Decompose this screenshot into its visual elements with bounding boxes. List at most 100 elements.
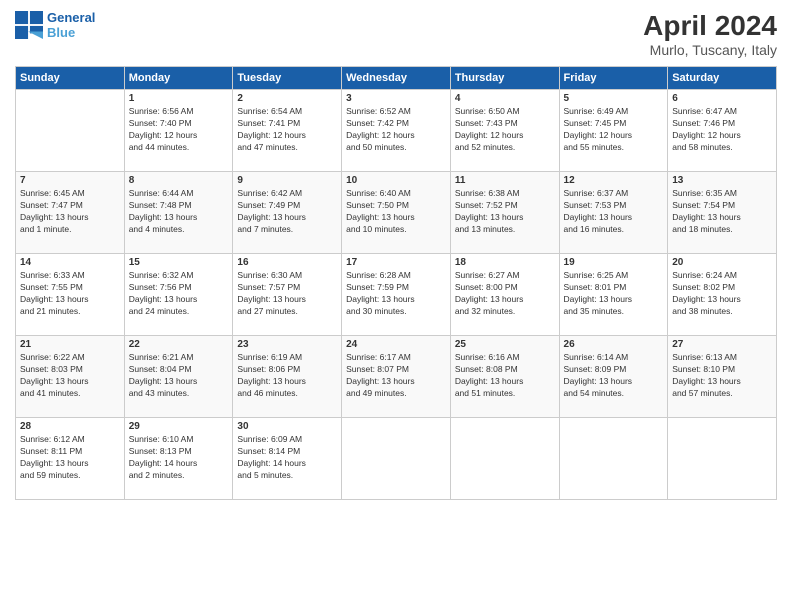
- weekday-header: Monday: [124, 67, 233, 90]
- page-title: April 2024: [643, 10, 777, 42]
- calendar-cell: 7 Sunrise: 6:45 AM Sunset: 7:47 PM Daylig…: [16, 172, 125, 254]
- calendar-cell: 29Sunrise: 6:10 AM Sunset: 8:13 PM Dayli…: [124, 418, 233, 500]
- day-number: 12: [564, 175, 664, 186]
- weekday-header: Friday: [559, 67, 668, 90]
- header: General Blue April 2024 Murlo, Tuscany, …: [15, 10, 777, 58]
- calendar-cell: 12 Sunrise: 6:37 AM Sunset: 7:53 PM Dayli…: [559, 172, 668, 254]
- day-number: 6: [672, 93, 772, 104]
- day-number: 14: [20, 257, 120, 268]
- day-info: Sunrise: 6:49 AM Sunset: 7:45 PM Dayligh…: [564, 106, 664, 154]
- day-info: Sunrise: 6:27 AM Sunset: 8:00 PM Dayligh…: [455, 270, 555, 318]
- day-info: Sunrise: 6:50 AM Sunset: 7:43 PM Dayligh…: [455, 106, 555, 154]
- day-number: 9: [237, 175, 337, 186]
- day-number: 20: [672, 257, 772, 268]
- day-number: 25: [455, 339, 555, 350]
- weekday-header: Sunday: [16, 67, 125, 90]
- logo-text: General Blue: [47, 10, 95, 40]
- day-info: Sunrise: 6:25 AM Sunset: 8:01 PM Dayligh…: [564, 270, 664, 318]
- calendar-week-row: 14 Sunrise: 6:33 AM Sunset: 7:55 PM Dayli…: [16, 254, 777, 336]
- calendar-week-row: 1Sunrise: 6:56 AM Sunset: 7:40 PM Daylig…: [16, 90, 777, 172]
- calendar-cell: 9 Sunrise: 6:42 AM Sunset: 7:49 PM Daylig…: [233, 172, 342, 254]
- calendar-cell: 10 Sunrise: 6:40 AM Sunset: 7:50 PM Dayli…: [342, 172, 451, 254]
- day-info: Sunrise: 6:54 AM Sunset: 7:41 PM Dayligh…: [237, 106, 337, 154]
- calendar-cell: 8 Sunrise: 6:44 AM Sunset: 7:48 PM Daylig…: [124, 172, 233, 254]
- weekday-header: Wednesday: [342, 67, 451, 90]
- calendar-week-row: 28 Sunrise: 6:12 AM Sunset: 8:11 PM Dayli…: [16, 418, 777, 500]
- calendar-cell: 15 Sunrise: 6:32 AM Sunset: 7:56 PM Dayli…: [124, 254, 233, 336]
- calendar-cell: 1Sunrise: 6:56 AM Sunset: 7:40 PM Daylig…: [124, 90, 233, 172]
- day-number: 15: [129, 257, 229, 268]
- day-info: Sunrise: 6:09 AM Sunset: 8:14 PM Dayligh…: [237, 434, 337, 482]
- day-info: Sunrise: 6:37 AM Sunset: 7:53 PM Dayligh…: [564, 188, 664, 236]
- day-info: Sunrise: 6:32 AM Sunset: 7:56 PM Dayligh…: [129, 270, 229, 318]
- calendar-cell: 23Sunrise: 6:19 AM Sunset: 8:06 PM Dayli…: [233, 336, 342, 418]
- day-info: Sunrise: 6:19 AM Sunset: 8:06 PM Dayligh…: [237, 352, 337, 400]
- day-info: Sunrise: 6:33 AM Sunset: 7:55 PM Dayligh…: [20, 270, 120, 318]
- weekday-header: Tuesday: [233, 67, 342, 90]
- day-info: Sunrise: 6:14 AM Sunset: 8:09 PM Dayligh…: [564, 352, 664, 400]
- day-number: 17: [346, 257, 446, 268]
- day-number: 8: [129, 175, 229, 186]
- day-number: 30: [237, 421, 337, 432]
- page-container: General Blue April 2024 Murlo, Tuscany, …: [0, 0, 792, 510]
- day-info: Sunrise: 6:22 AM Sunset: 8:03 PM Dayligh…: [20, 352, 120, 400]
- calendar-cell: 21 Sunrise: 6:22 AM Sunset: 8:03 PM Dayli…: [16, 336, 125, 418]
- calendar-cell: 22 Sunrise: 6:21 AM Sunset: 8:04 PM Dayli…: [124, 336, 233, 418]
- day-number: 10: [346, 175, 446, 186]
- calendar-cell: 28 Sunrise: 6:12 AM Sunset: 8:11 PM Dayli…: [16, 418, 125, 500]
- day-number: 21: [20, 339, 120, 350]
- calendar-cell: 2Sunrise: 6:54 AM Sunset: 7:41 PM Daylig…: [233, 90, 342, 172]
- weekday-header: Saturday: [668, 67, 777, 90]
- day-info: Sunrise: 6:21 AM Sunset: 8:04 PM Dayligh…: [129, 352, 229, 400]
- day-info: Sunrise: 6:17 AM Sunset: 8:07 PM Dayligh…: [346, 352, 446, 400]
- day-number: 16: [237, 257, 337, 268]
- calendar-cell: 5 Sunrise: 6:49 AM Sunset: 7:45 PM Daylig…: [559, 90, 668, 172]
- calendar-cell: 27 Sunrise: 6:13 AM Sunset: 8:10 PM Dayli…: [668, 336, 777, 418]
- day-info: Sunrise: 6:45 AM Sunset: 7:47 PM Dayligh…: [20, 188, 120, 236]
- day-info: Sunrise: 6:52 AM Sunset: 7:42 PM Dayligh…: [346, 106, 446, 154]
- day-number: 27: [672, 339, 772, 350]
- day-number: 13: [672, 175, 772, 186]
- day-number: 3: [346, 93, 446, 104]
- day-number: 1: [129, 93, 229, 104]
- calendar-cell: 30 Sunrise: 6:09 AM Sunset: 8:14 PM Dayli…: [233, 418, 342, 500]
- calendar-cell: [668, 418, 777, 500]
- day-number: 11: [455, 175, 555, 186]
- day-info: Sunrise: 6:35 AM Sunset: 7:54 PM Dayligh…: [672, 188, 772, 236]
- day-info: Sunrise: 6:40 AM Sunset: 7:50 PM Dayligh…: [346, 188, 446, 236]
- calendar-table: SundayMondayTuesdayWednesdayThursdayFrid…: [15, 66, 777, 500]
- day-info: Sunrise: 6:42 AM Sunset: 7:49 PM Dayligh…: [237, 188, 337, 236]
- calendar-cell: 25 Sunrise: 6:16 AM Sunset: 8:08 PM Dayli…: [450, 336, 559, 418]
- weekday-header-row: SundayMondayTuesdayWednesdayThursdayFrid…: [16, 67, 777, 90]
- day-number: 5: [564, 93, 664, 104]
- day-info: Sunrise: 6:13 AM Sunset: 8:10 PM Dayligh…: [672, 352, 772, 400]
- calendar-cell: [450, 418, 559, 500]
- calendar-cell: 18 Sunrise: 6:27 AM Sunset: 8:00 PM Dayli…: [450, 254, 559, 336]
- day-number: 19: [564, 257, 664, 268]
- day-number: 18: [455, 257, 555, 268]
- day-info: Sunrise: 6:24 AM Sunset: 8:02 PM Dayligh…: [672, 270, 772, 318]
- day-number: 29: [129, 421, 229, 432]
- calendar-cell: 24 Sunrise: 6:17 AM Sunset: 8:07 PM Dayli…: [342, 336, 451, 418]
- day-info: Sunrise: 6:12 AM Sunset: 8:11 PM Dayligh…: [20, 434, 120, 482]
- day-number: 24: [346, 339, 446, 350]
- calendar-cell: 13 Sunrise: 6:35 AM Sunset: 7:54 PM Dayli…: [668, 172, 777, 254]
- day-info: Sunrise: 6:38 AM Sunset: 7:52 PM Dayligh…: [455, 188, 555, 236]
- logo-icon: [15, 11, 43, 39]
- day-number: 28: [20, 421, 120, 432]
- calendar-cell: 4Sunrise: 6:50 AM Sunset: 7:43 PM Daylig…: [450, 90, 559, 172]
- day-info: Sunrise: 6:44 AM Sunset: 7:48 PM Dayligh…: [129, 188, 229, 236]
- calendar-week-row: 7 Sunrise: 6:45 AM Sunset: 7:47 PM Daylig…: [16, 172, 777, 254]
- day-number: 7: [20, 175, 120, 186]
- title-block: April 2024 Murlo, Tuscany, Italy: [643, 10, 777, 58]
- calendar-cell: 26 Sunrise: 6:14 AM Sunset: 8:09 PM Dayli…: [559, 336, 668, 418]
- day-info: Sunrise: 6:16 AM Sunset: 8:08 PM Dayligh…: [455, 352, 555, 400]
- calendar-cell: 11 Sunrise: 6:38 AM Sunset: 7:52 PM Dayli…: [450, 172, 559, 254]
- calendar-week-row: 21 Sunrise: 6:22 AM Sunset: 8:03 PM Dayli…: [16, 336, 777, 418]
- calendar-cell: [16, 90, 125, 172]
- page-subtitle: Murlo, Tuscany, Italy: [643, 42, 777, 58]
- day-number: 22: [129, 339, 229, 350]
- calendar-cell: 17Sunrise: 6:28 AM Sunset: 7:59 PM Dayli…: [342, 254, 451, 336]
- day-number: 26: [564, 339, 664, 350]
- calendar-cell: 3 Sunrise: 6:52 AM Sunset: 7:42 PM Daylig…: [342, 90, 451, 172]
